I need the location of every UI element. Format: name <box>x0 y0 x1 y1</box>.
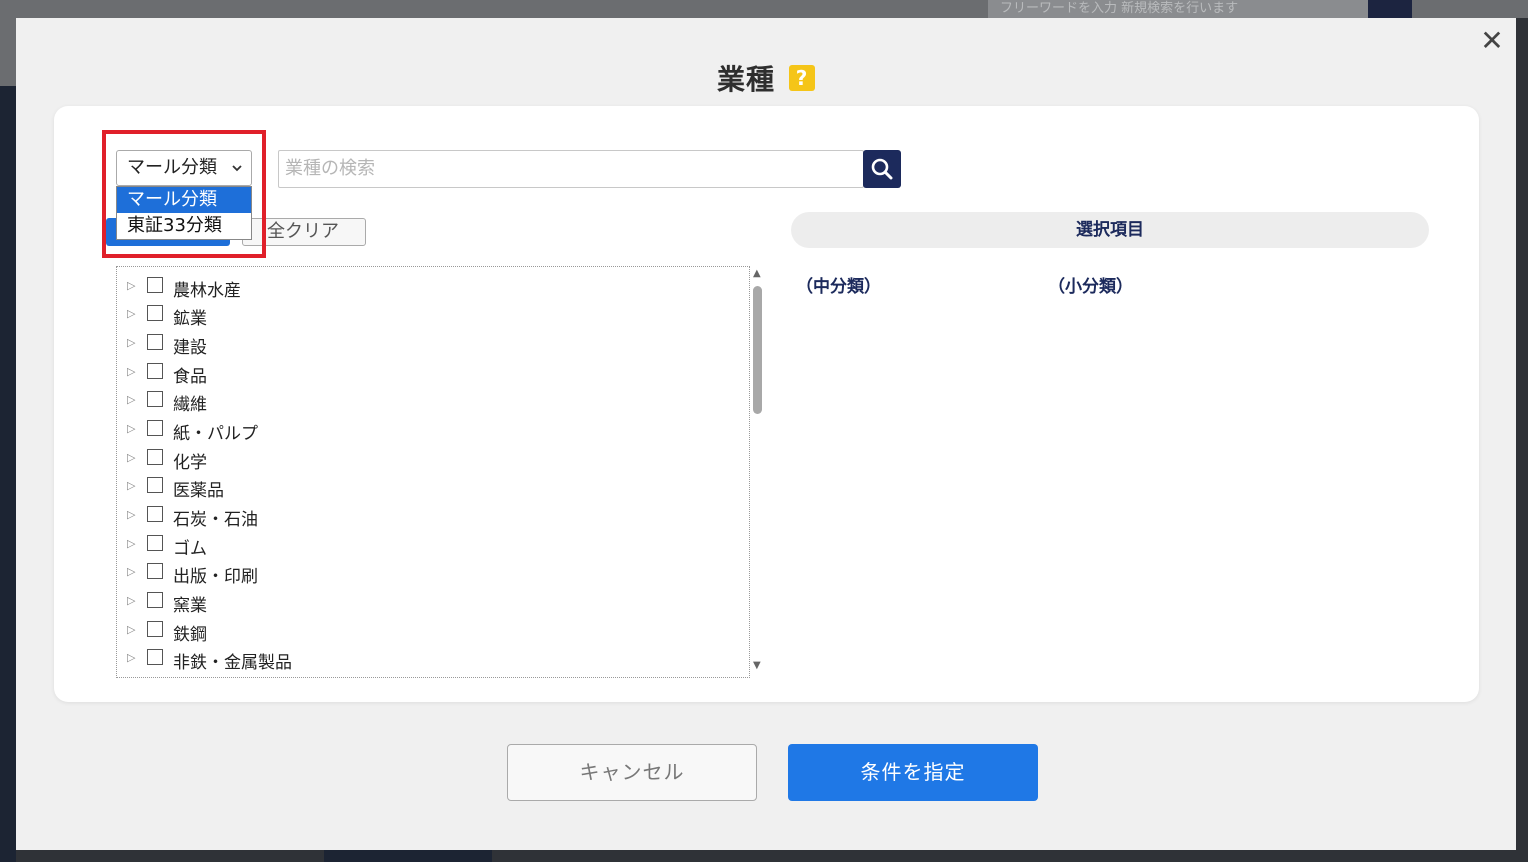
tree-scrollbar[interactable]: ▲ ▼ <box>750 266 766 678</box>
background-right-edge <box>1516 18 1528 862</box>
tree-item[interactable]: ▷ 紙・パルプ <box>117 418 737 444</box>
expand-triangle-icon[interactable]: ▷ <box>127 279 135 292</box>
expand-triangle-icon[interactable]: ▷ <box>127 537 135 550</box>
modal-title-text: 業種 <box>716 63 775 96</box>
expand-triangle-icon[interactable]: ▷ <box>127 651 135 664</box>
tree-item-label: 石炭・石油 <box>173 510 258 530</box>
selected-items-header: 選択項目 <box>791 212 1429 248</box>
checkbox[interactable] <box>147 621 163 637</box>
dropdown-option-tse33[interactable]: 東証33分類 <box>117 213 251 239</box>
checkbox[interactable] <box>147 334 163 350</box>
tree-item[interactable]: ▷ 出版・印刷 <box>117 561 737 587</box>
checkbox[interactable] <box>147 563 163 579</box>
expand-triangle-icon[interactable]: ▷ <box>127 479 135 492</box>
background-sidebar <box>0 86 16 862</box>
apply-conditions-button[interactable]: 条件を指定 <box>788 744 1038 801</box>
checkbox[interactable] <box>147 305 163 321</box>
cancel-button[interactable]: キャンセル <box>507 744 757 801</box>
checkbox[interactable] <box>147 506 163 522</box>
industry-search-input[interactable]: 業種の検索 <box>278 150 864 188</box>
help-icon[interactable]: ? <box>789 65 815 91</box>
tree-item[interactable]: ▷ 石炭・石油 <box>117 504 737 530</box>
classification-select[interactable]: マール分類 <box>116 150 252 186</box>
tree-item[interactable]: ▷ 非鉄・金属製品 <box>117 647 737 673</box>
modal-panel: マール分類 全クリア マール分類 東証33分類 業種の検索 ▷ 農林水産 ▷ 鉱業 … <box>54 106 1479 702</box>
tree-item[interactable]: ▷ 化学 <box>117 447 737 473</box>
industry-modal: 業種? ✕ マール分類 全クリア マール分類 東証33分類 業種の検索 ▷ 農林水… <box>16 18 1516 850</box>
middle-category-label: （中分類） <box>796 277 881 297</box>
classification-select-value: マール分類 <box>127 157 217 178</box>
tree-item-label: 医薬品 <box>173 481 224 501</box>
tree-item-label: 食品 <box>173 367 207 387</box>
tree-item[interactable]: ▷ 鉱業 <box>117 303 737 329</box>
expand-triangle-icon[interactable]: ▷ <box>127 565 135 578</box>
tree-item-label: 鉱業 <box>173 309 207 329</box>
tree-item[interactable]: ▷ 医薬品 <box>117 475 737 501</box>
tree-item-label: 紙・パルプ <box>173 424 258 444</box>
expand-triangle-icon[interactable]: ▷ <box>127 307 135 320</box>
checkbox[interactable] <box>147 449 163 465</box>
background-bottom-bar <box>324 850 492 862</box>
tree-item-label: 繊維 <box>173 395 207 415</box>
tree-item[interactable]: ▷ 繊維 <box>117 389 737 415</box>
tree-item[interactable]: ▷ 農林水産 <box>117 275 737 301</box>
checkbox[interactable] <box>147 391 163 407</box>
checkbox[interactable] <box>147 535 163 551</box>
search-button[interactable] <box>863 150 901 188</box>
checkbox[interactable] <box>147 420 163 436</box>
modal-title: 業種? <box>16 58 1516 98</box>
tree-item-label: 鉄鋼 <box>173 625 207 645</box>
checkbox[interactable] <box>147 592 163 608</box>
expand-triangle-icon[interactable]: ▷ <box>127 393 135 406</box>
checkbox[interactable] <box>147 477 163 493</box>
tree-item[interactable]: ▷ 鉄鋼 <box>117 619 737 645</box>
tree-item[interactable]: ▷ 食品 <box>117 361 737 387</box>
tree-item[interactable]: ▷ 建設 <box>117 332 737 358</box>
expand-triangle-icon[interactable]: ▷ <box>127 594 135 607</box>
industry-tree: ▷ 農林水産 ▷ 鉱業 ▷ 建設 ▷ 食品 ▷ 繊維 ▷ 紙・パルプ ▷ 化学 ▷ 医薬品 ▷ 石… <box>116 266 750 678</box>
tree-item-label: 農林水産 <box>173 281 241 301</box>
checkbox[interactable] <box>147 363 163 379</box>
close-icon[interactable]: ✕ <box>1478 26 1506 56</box>
expand-triangle-icon[interactable]: ▷ <box>127 451 135 464</box>
small-category-label: （小分類） <box>1048 277 1133 297</box>
tree-item[interactable]: ▷ 窯業 <box>117 590 737 616</box>
clear-all-button[interactable]: 全クリア <box>242 218 366 246</box>
background-search-input: フリーワードを入力 新規検索を行います <box>988 0 1368 18</box>
expand-triangle-icon[interactable]: ▷ <box>127 623 135 636</box>
background-bottom-edge <box>16 850 1516 862</box>
search-icon <box>871 158 893 180</box>
checkbox[interactable] <box>147 649 163 665</box>
scroll-down-icon[interactable]: ▼ <box>753 660 761 671</box>
dropdown-option-marr[interactable]: マール分類 <box>117 187 251 213</box>
scroll-up-icon[interactable]: ▲ <box>753 268 761 279</box>
classification-dropdown[interactable]: マール分類 東証33分類 <box>116 186 252 240</box>
tree-item-label: 出版・印刷 <box>173 567 258 587</box>
expand-triangle-icon[interactable]: ▷ <box>127 365 135 378</box>
expand-triangle-icon[interactable]: ▷ <box>127 336 135 349</box>
tree-item-label: ゴム <box>173 539 207 559</box>
checkbox[interactable] <box>147 277 163 293</box>
background-search-button <box>1368 0 1412 18</box>
expand-triangle-icon[interactable]: ▷ <box>127 422 135 435</box>
tree-item-label: 非鉄・金属製品 <box>173 653 292 673</box>
tree-item-label: 化学 <box>173 453 207 473</box>
tree-item-label: 建設 <box>173 338 207 358</box>
expand-triangle-icon[interactable]: ▷ <box>127 508 135 521</box>
scrollbar-thumb[interactable] <box>753 286 762 414</box>
tree-item[interactable]: ▷ ゴム <box>117 533 737 559</box>
tree-item-label: 窯業 <box>173 596 207 616</box>
